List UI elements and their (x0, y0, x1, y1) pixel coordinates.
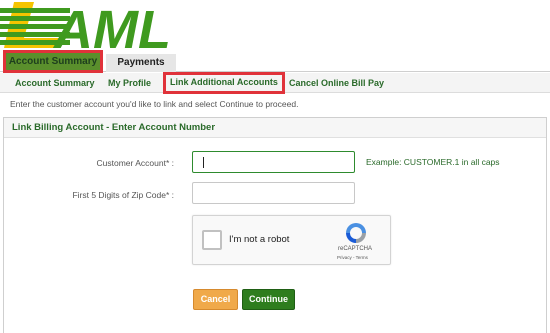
sub-navigation: Account Summary My Profile Link Addition… (0, 72, 550, 94)
subnav-link-additional-accounts[interactable]: Link Additional Accounts (163, 72, 285, 94)
subnav-account-summary[interactable]: Account Summary (15, 73, 95, 93)
customer-account-input[interactable] (192, 151, 355, 173)
panel-title: Link Billing Account - Enter Account Num… (4, 118, 546, 138)
zip-code-label: First 5 Digits of Zip Code* : (72, 190, 174, 200)
recaptcha-logo-icon (343, 221, 369, 245)
text-cursor (203, 157, 204, 168)
aml-logo: AML (0, 0, 240, 52)
recaptcha-brand: reCAPTCHA (338, 246, 373, 252)
tab-payments[interactable]: Payments (106, 54, 176, 72)
continue-button[interactable]: Continue (242, 289, 295, 310)
tab-account-summary[interactable]: Account Summary (3, 50, 103, 73)
recaptcha-checkbox[interactable] (202, 230, 222, 250)
customer-account-label: Customer Account* : (96, 158, 174, 168)
recaptcha-privacy-terms[interactable]: Privacy - Terms (337, 255, 368, 260)
instruction-text: Enter the customer account you'd like to… (10, 99, 299, 109)
brand-name: AML (52, 0, 171, 52)
customer-account-example: Example: CUSTOMER.1 in all caps (366, 157, 500, 167)
subnav-cancel-online-bill-pay[interactable]: Cancel Online Bill Pay (289, 73, 384, 93)
zip-code-input[interactable] (192, 182, 355, 204)
page: AML Payments Account Summary Account Sum… (0, 0, 550, 333)
recaptcha-label: I'm not a robot (229, 234, 290, 245)
recaptcha-widget: I'm not a robot reCAPTCHA Privacy - Term… (192, 215, 391, 265)
cancel-button[interactable]: Cancel (193, 289, 238, 310)
subnav-my-profile[interactable]: My Profile (108, 73, 151, 93)
